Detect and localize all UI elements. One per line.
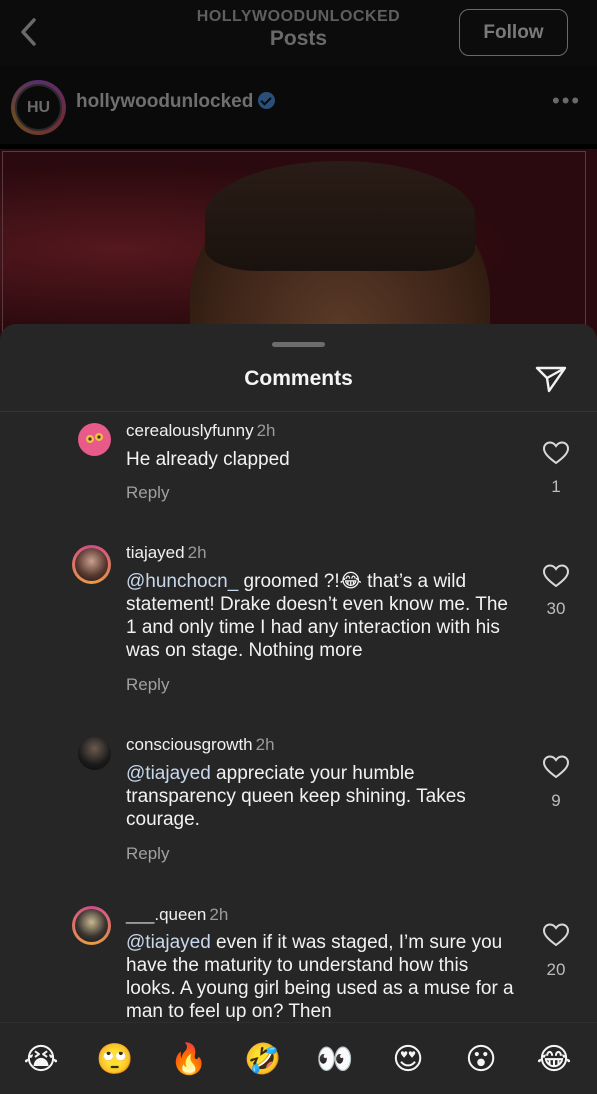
comment-text: @tiajayed even if it was staged, I’m sur… <box>126 932 514 1022</box>
heart-icon[interactable] <box>542 440 570 466</box>
surprised-emoji-button[interactable]: 😮 <box>462 1041 500 1079</box>
comment-avatar[interactable] <box>72 906 111 945</box>
comment-username[interactable]: cerealouslyfunny 2h <box>126 421 276 441</box>
comments-title: Comments <box>244 367 353 390</box>
emoji-reaction-bar: 😭 🙄 🔥 🤣 👀 😍 😮 😂 <box>0 1022 597 1094</box>
comment-username[interactable]: tiajayed 2h <box>126 543 207 563</box>
comment-text: @tiajayed appreciate your humble transpa… <box>126 763 466 830</box>
post-header: HU hollywoodunlocked ••• <box>0 66 597 144</box>
comment-avatar[interactable] <box>78 737 111 770</box>
post-username[interactable]: hollywoodunlocked <box>76 91 276 113</box>
comment-mention[interactable]: @tiajayed <box>126 932 211 953</box>
comment-mention[interactable]: @tiajayed <box>126 763 211 784</box>
sheet-divider <box>0 411 597 412</box>
eye-roll-emoji-button[interactable]: 🙄 <box>96 1041 134 1079</box>
post-username-text: hollywoodunlocked <box>76 91 254 112</box>
more-options-icon[interactable]: ••• <box>552 90 581 112</box>
post-image[interactable] <box>0 149 597 349</box>
like-count: 30 <box>546 599 566 618</box>
heart-eyes-emoji-button[interactable]: 😍 <box>389 1041 427 1079</box>
comment-time: 2h <box>256 421 276 440</box>
comment-text: He already clapped <box>126 449 290 470</box>
post-avatar-logo: HU <box>15 84 62 131</box>
comments-sheet: Comments cerealouslyfunny 2h He already c… <box>0 324 597 1094</box>
fire-emoji-button[interactable]: 🔥 <box>170 1041 208 1079</box>
eyes-emoji-button[interactable]: 👀 <box>316 1041 354 1079</box>
reply-button[interactable]: Reply <box>126 675 169 695</box>
comment-avatar[interactable] <box>72 545 111 584</box>
top-bar: HOLLYWOODUNLOCKED Posts Follow <box>0 0 597 66</box>
verified-badge-icon <box>258 92 276 109</box>
crying-face-emoji-button[interactable]: 😭 <box>22 1041 60 1079</box>
comment-avatar[interactable] <box>78 423 111 456</box>
joy-emoji-button[interactable]: 😂 <box>535 1041 573 1079</box>
comment-time: 2h <box>255 735 275 754</box>
reply-button[interactable]: Reply <box>126 483 169 503</box>
comment-text: @hunchocn_ groomed ?!😂 that’s a wild sta… <box>126 571 508 661</box>
comment-username[interactable]: consciousgrowth 2h <box>126 735 275 755</box>
reply-button[interactable]: Reply <box>126 844 169 864</box>
post-avatar[interactable]: HU <box>11 80 66 135</box>
share-icon[interactable] <box>534 364 568 394</box>
comment-mention[interactable]: @hunchocn_ <box>126 571 238 592</box>
comment-time: 2h <box>209 905 229 924</box>
heart-icon[interactable] <box>542 563 570 589</box>
heart-icon[interactable] <box>542 922 570 948</box>
rofl-emoji-button[interactable]: 🤣 <box>244 1041 282 1079</box>
comment-username[interactable]: ___.queen 2h <box>126 905 228 925</box>
comment-time: 2h <box>187 543 207 562</box>
like-count: 9 <box>551 791 561 810</box>
follow-button[interactable]: Follow <box>459 9 568 56</box>
heart-icon[interactable] <box>542 754 570 780</box>
sheet-grabber[interactable] <box>272 342 325 347</box>
like-count: 20 <box>546 960 566 979</box>
like-count: 1 <box>551 477 561 496</box>
